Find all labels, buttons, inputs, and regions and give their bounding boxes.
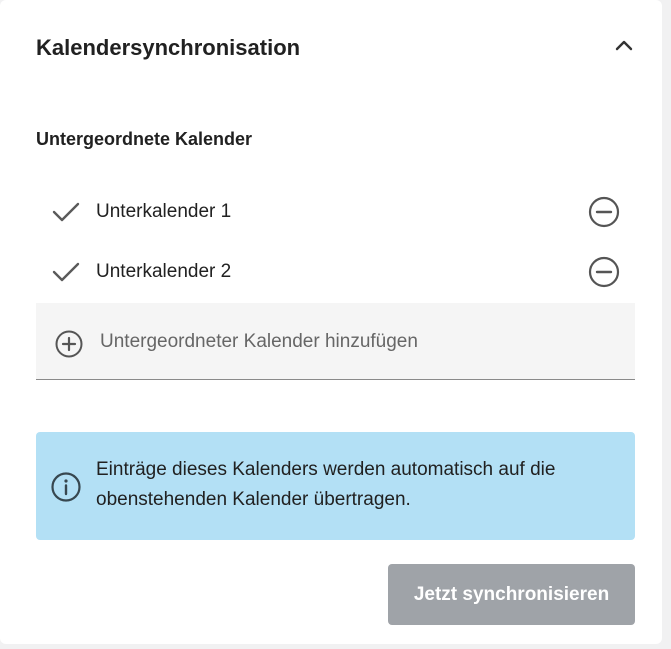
subcalendars-heading: Untergeordnete Kalender [36,129,253,149]
list-item: Unterkalender 2 [36,244,635,300]
checkmark-icon [52,202,80,222]
info-text: Einträge dieses Kalenders werden automat… [96,459,556,510]
chevron-up-icon [615,40,633,51]
add-subcalendar-field[interactable]: Untergeordneter Kalender hinzufügen [36,303,635,380]
calendar-sync-panel: Kalendersynchronisation Untergeordnete K… [0,0,662,644]
collapse-button[interactable] [610,31,638,59]
panel-title: Kalendersynchronisation [36,35,301,60]
list-item: Unterkalender 1 [36,184,635,240]
panel-header: Kalendersynchronisation [36,33,640,63]
subcalendar-label: Unterkalender 1 [96,201,232,222]
info-message: Einträge dieses Kalenders werden automat… [36,432,635,540]
add-subcalendar-label: Untergeordneter Kalender hinzufügen [100,331,418,352]
add-circle-icon [55,330,83,358]
subcalendar-label: Unterkalender 2 [96,261,232,282]
info-icon [51,472,81,502]
checkmark-icon [52,262,80,282]
sync-now-button[interactable]: Jetzt synchronisieren [388,564,635,625]
remove-subcalendar-button[interactable] [588,256,620,288]
remove-subcalendar-button[interactable] [588,196,620,228]
